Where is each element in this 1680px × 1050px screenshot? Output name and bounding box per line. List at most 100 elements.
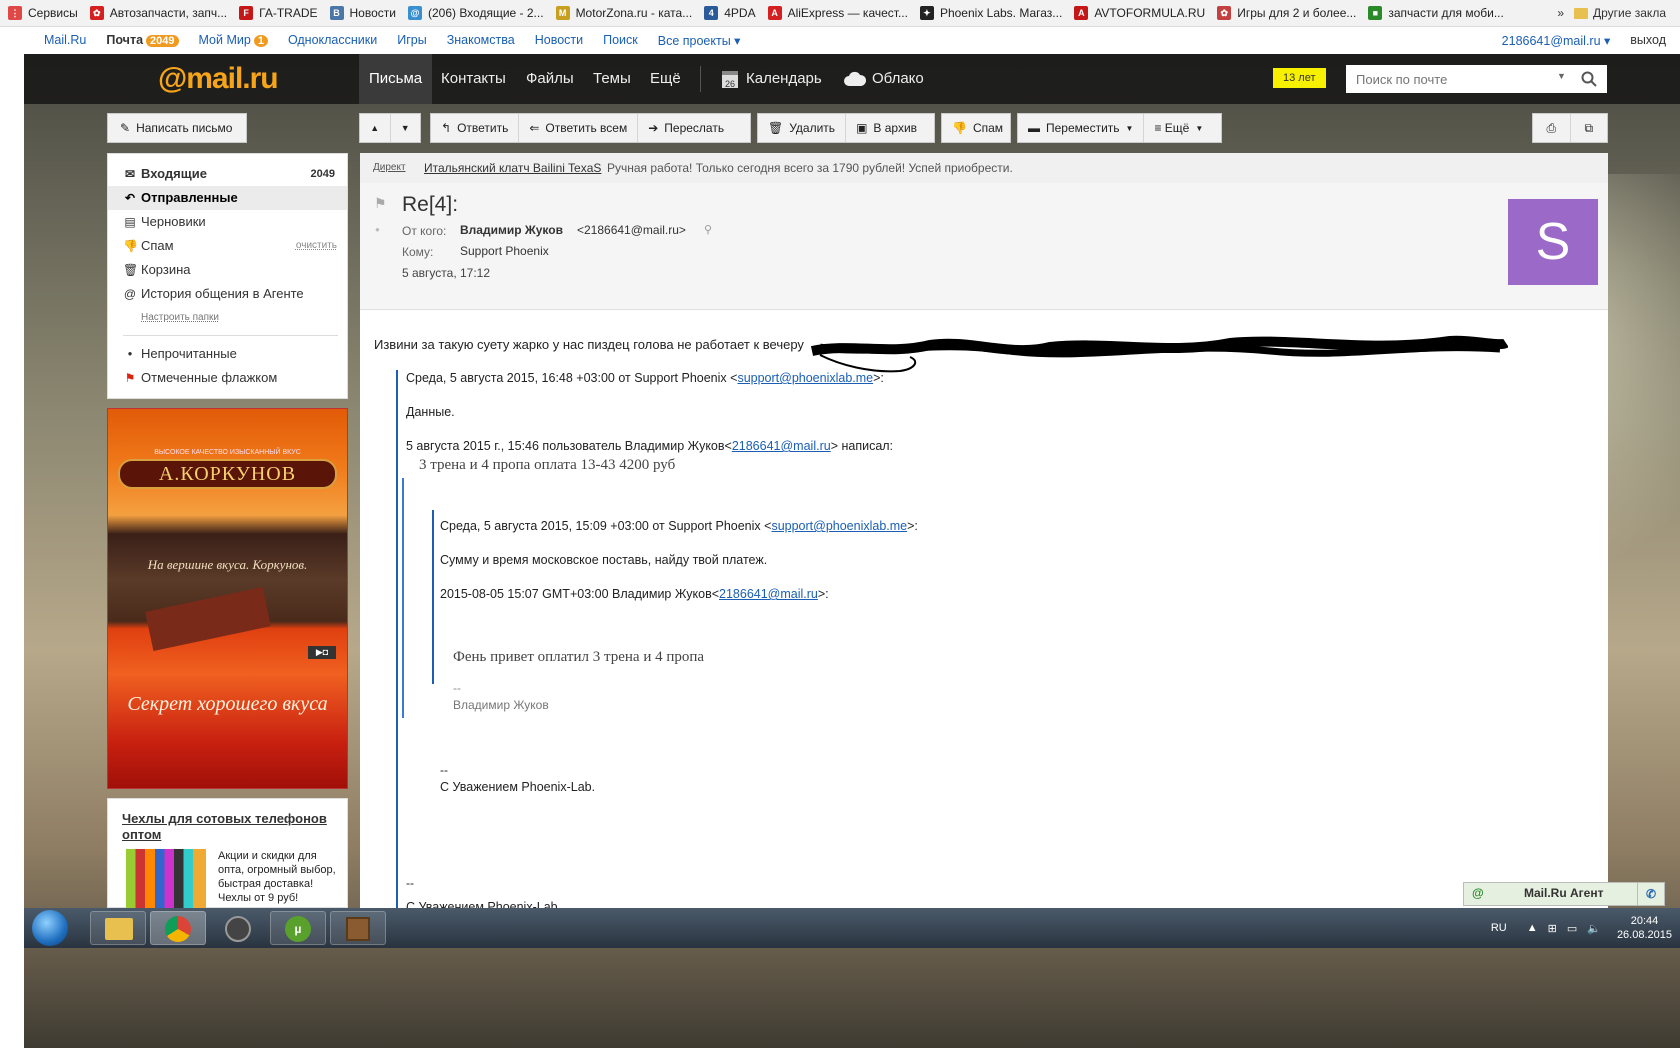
spam-button[interactable]: 👎 Спам [941, 113, 1011, 143]
folder-sent[interactable]: ↶ Отправленные [108, 186, 347, 210]
folder-inbox[interactable]: ✉ Входящие 2049 [108, 162, 347, 186]
q1-header-link[interactable]: support@phoenixlab.me [737, 371, 873, 385]
direct-ad-link[interactable]: Итальянский клатч Bailini TexaS [424, 153, 601, 183]
flag-icon[interactable]: ⚑ [374, 195, 387, 212]
ad-play-icon[interactable]: ▶◘ [308, 646, 336, 659]
filter-flagged[interactable]: ⚑ Отмеченные флажком [108, 366, 347, 390]
game-taskbar-icon[interactable] [210, 911, 266, 945]
read-status-dot[interactable]: ● [375, 225, 380, 234]
search-icon[interactable] [1581, 71, 1597, 87]
bookmark-label: AVTOFORMULA.RU [1094, 6, 1206, 20]
user-email-menu[interactable]: 2186641@mail.ru ▾ [1502, 33, 1611, 48]
start-button[interactable] [32, 910, 68, 946]
folder-agent-history[interactable]: @ История общения в Агенте [108, 282, 347, 306]
q2-attribution-text: 2015-08-05 15:07 GMT+03:00 Владимир Жуко… [440, 587, 720, 601]
tab-files[interactable]: Файлы [516, 54, 584, 104]
forward-button[interactable]: ➔ Переслать [638, 114, 734, 142]
minecraft-taskbar-icon[interactable] [330, 911, 386, 945]
delete-button[interactable]: 🗑 Удалить [758, 114, 847, 142]
print-button[interactable]: ⎙ [1533, 114, 1571, 142]
bookmark-item[interactable]: 4 4PDA [704, 6, 756, 20]
more-actions-button[interactable]: ≡ Ещё ▼ [1144, 114, 1213, 142]
expand-view-button[interactable]: ⧉ [1571, 114, 1608, 142]
tab-letters[interactable]: Письма [359, 54, 433, 104]
prev-message-button[interactable]: ▲ [360, 114, 391, 142]
mailru-agent-panel[interactable]: @ Mail.Ru Агент ✆ [1463, 882, 1665, 906]
q2-attribution-link[interactable]: 2186641@mail.ru [719, 587, 818, 601]
bookmark-item[interactable]: ✿ Игры для 2 и более... [1217, 6, 1356, 20]
bookmark-label: 4PDA [724, 6, 756, 20]
q2-header: Среда, 5 августа 2015, 15:09 +03:00 от S… [440, 519, 918, 533]
direct-ad-label[interactable]: Директ [373, 153, 406, 183]
sender-email[interactable]: <2186641@mail.ru> [577, 223, 686, 237]
archive-button[interactable]: ▣ В архив [846, 114, 927, 142]
search-dropdown-arrow[interactable]: ▼ [1557, 71, 1566, 81]
other-bookmarks-folder[interactable]: Другие закла [1574, 6, 1666, 20]
portal-link-ok[interactable]: Одноклассники [288, 33, 377, 47]
filter-unread[interactable]: ● Непрочитанные [108, 342, 347, 366]
folder-trash[interactable]: 🗑 Корзина [108, 258, 347, 282]
tab-cloud[interactable]: Облако [834, 54, 934, 104]
setup-folders-link[interactable]: Настроить папки [108, 306, 347, 330]
bookmark-item[interactable]: ✦ Phoenix Labs. Магаз... [919, 6, 1062, 20]
language-indicator[interactable]: RU [1491, 922, 1507, 934]
utorrent-taskbar-icon[interactable]: µ [270, 911, 326, 945]
bookmark-label: ГА-TRADE [259, 6, 318, 20]
magnifier-icon[interactable]: ⚲ [704, 223, 712, 236]
bookmarks-overflow-button[interactable]: » [1557, 6, 1564, 20]
phone-icon[interactable]: ✆ [1637, 883, 1664, 905]
portal-link-all-projects[interactable]: Все проекты ▾ [658, 33, 741, 48]
bookmark-item[interactable]: ⋮ Сервисы [8, 6, 78, 20]
search-input[interactable] [1346, 65, 1566, 93]
recipient-name[interactable]: Support Phoenix [460, 244, 549, 258]
bookmark-item[interactable]: A AVTOFORMULA.RU [1074, 6, 1205, 20]
chevron-down-icon: ▼ [400, 123, 410, 133]
bookmark-item[interactable]: B Новости [329, 6, 396, 20]
portal-link-search[interactable]: Поиск [603, 33, 638, 47]
tab-calendar[interactable]: 26 Календарь [712, 54, 832, 104]
q2-header-link[interactable]: support@phoenixlab.me [771, 519, 907, 533]
korkunov-ad-banner[interactable]: ВЫСОКОЕ КАЧЕСТВО ИЗЫСКАННЫЙ ВКУС А.КОРКУ… [107, 408, 348, 789]
tray-expand-icon[interactable]: ▲ [1527, 922, 1538, 934]
explorer-taskbar-icon[interactable] [90, 911, 146, 945]
q2-attribution: 2015-08-05 15:07 GMT+03:00 Владимир Жуко… [440, 587, 829, 601]
chrome-taskbar-icon[interactable] [150, 911, 206, 945]
bookmark-favicon-icon: ✿ [1217, 6, 1232, 20]
bookmark-item[interactable]: M MotorZona.ru - ката... [555, 6, 692, 20]
tab-more[interactable]: Ещё [640, 54, 691, 104]
reply-all-button[interactable]: ⇐ Ответить всем [519, 114, 639, 142]
tab-contacts[interactable]: Контакты [431, 54, 516, 104]
portal-link-news[interactable]: Новости [535, 33, 583, 47]
mailru-logo[interactable]: @mail.ru [158, 62, 279, 96]
portal-link-mailru[interactable]: Mail.Ru [44, 33, 86, 47]
volume-icon[interactable]: 🔈 [1587, 922, 1601, 935]
portal-link-dating[interactable]: Знакомства [447, 33, 515, 47]
bookmark-item[interactable]: F ГА-TRADE [239, 6, 318, 20]
windows-flag-icon[interactable]: ⊞ [1548, 922, 1557, 935]
ad-title[interactable]: Чехлы для сотовых телефонов оптом [122, 811, 342, 843]
phone-cases-ad[interactable]: Чехлы для сотовых телефонов оптом Акции … [107, 798, 348, 909]
portal-link-games[interactable]: Игры [397, 33, 426, 47]
sender-name[interactable]: Владимир Жуков [460, 223, 563, 237]
bookmark-item[interactable]: ■ запчасти для моби... [1368, 6, 1504, 20]
bookmark-item[interactable]: ✿ Автозапчасти, запч... [89, 6, 227, 20]
portal-link-mymir[interactable]: Мой Мир 1 [199, 33, 268, 47]
direct-ad-line: Директ Итальянский клатч Bailini TexaS Р… [360, 153, 1608, 184]
next-message-button[interactable]: ▼ [391, 114, 421, 142]
compose-button[interactable]: ✎ Написать письмо [107, 113, 247, 143]
folder-drafts[interactable]: ▤ Черновики [108, 210, 347, 234]
clock[interactable]: 20:44 26.08.2015 [1617, 914, 1672, 942]
folder-spam[interactable]: 👎 Спам очистить [108, 234, 347, 258]
portal-link-pochta[interactable]: Почта 2049 [106, 33, 179, 47]
reply-button[interactable]: ↰ Ответить [431, 114, 520, 142]
network-icon[interactable]: ▭ [1567, 922, 1577, 935]
clear-spam-link[interactable]: очистить [296, 234, 337, 258]
logout-link[interactable]: выход [1630, 33, 1666, 48]
bookmark-item[interactable]: A AliExpress — качест... [767, 6, 908, 20]
tab-themes[interactable]: Темы [583, 54, 641, 104]
age-badge[interactable]: 13 лет [1273, 68, 1326, 88]
q1-attribution-link[interactable]: 2186641@mail.ru [732, 439, 831, 453]
move-button[interactable]: ▬ Переместить ▼ [1018, 114, 1145, 142]
bookmark-item[interactable]: @ (206) Входящие - 2... [407, 6, 544, 20]
ad-brand: А.КОРКУНОВ [158, 463, 297, 485]
